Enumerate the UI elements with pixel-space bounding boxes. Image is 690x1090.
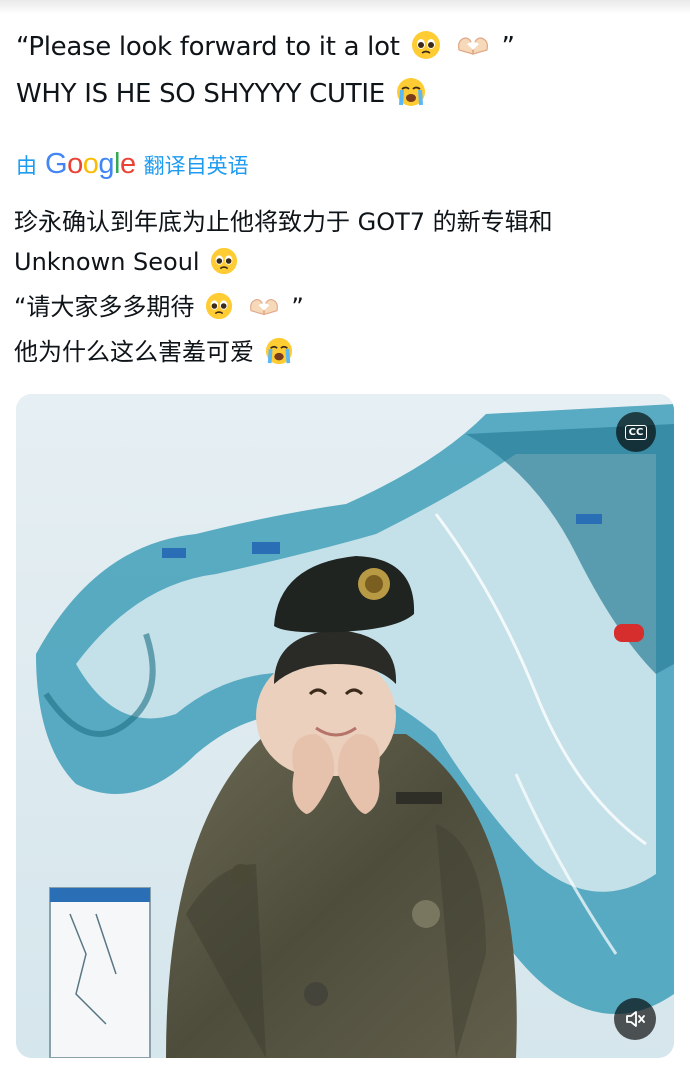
video-frame (16, 394, 674, 1058)
google-letter-e: e (119, 148, 136, 180)
loudly-crying-face-emoji-icon (265, 337, 293, 377)
translated-prefix: 由 (16, 153, 37, 178)
pleading-face-emoji-icon (205, 292, 233, 332)
google-letter-g2: g (98, 148, 114, 180)
tweet-line-2-text: WHY IS HE SO SHYYYY CUTIE (16, 79, 385, 109)
translated-text: 珍永确认到年底为止他将致力于 GOT7 的新专辑和 Unknown Seoul … (14, 202, 553, 377)
translated-line-2-text: Unknown Seoul (14, 248, 200, 276)
tweet-line-1-text: “Please look forward to it a lot (16, 32, 400, 62)
video-player[interactable]: CC (16, 394, 674, 1058)
pleading-face-emoji-icon (411, 30, 441, 73)
translated-from-english: 翻译自英语 (143, 153, 249, 178)
google-letter-o1: o (67, 148, 83, 180)
translated-line-4: 他为什么这么害羞可爱 (14, 332, 553, 377)
tweet-line-2: WHY IS HE SO SHYYYY CUTIE (16, 73, 515, 120)
google-letter-g: G (45, 148, 68, 180)
translated-line-1: 珍永确认到年底为止他将致力于 GOT7 的新专辑和 (14, 202, 553, 242)
closed-captions-button[interactable]: CC (616, 412, 656, 452)
translated-line-4-text: 他为什么这么害羞可爱 (14, 338, 254, 366)
volume-muted-icon (626, 1011, 645, 1027)
previous-content-fade (0, 0, 690, 14)
tweet-line-1-close-quote: ” (501, 32, 515, 62)
translated-by-google[interactable]: 由 Google 翻译自英语 (16, 148, 249, 181)
tweet-line-1: “Please look forward to it a lot ” (16, 26, 515, 73)
pleading-face-emoji-icon (210, 247, 238, 287)
translated-line-1-text: 珍永确认到年底为止他将致力于 GOT7 的新专辑和 (14, 208, 553, 236)
translated-line-3-text: “请大家多多期待 (14, 293, 195, 321)
google-logo: Google (45, 148, 136, 181)
tweet-original-text: “Please look forward to it a lot ” WHY I… (16, 26, 515, 120)
translated-line-3: “请大家多多期待 ” (14, 287, 553, 332)
unmute-button[interactable] (614, 998, 656, 1040)
translated-line-3-close-quote: ” (291, 293, 304, 321)
google-letter-o2: o (82, 148, 99, 180)
translated-line-2: Unknown Seoul (14, 242, 553, 287)
heart-hands-emoji-icon (247, 292, 281, 332)
closed-captions-icon: CC (624, 424, 648, 440)
heart-hands-emoji-icon (455, 31, 491, 73)
loudly-crying-face-emoji-icon (396, 77, 426, 120)
